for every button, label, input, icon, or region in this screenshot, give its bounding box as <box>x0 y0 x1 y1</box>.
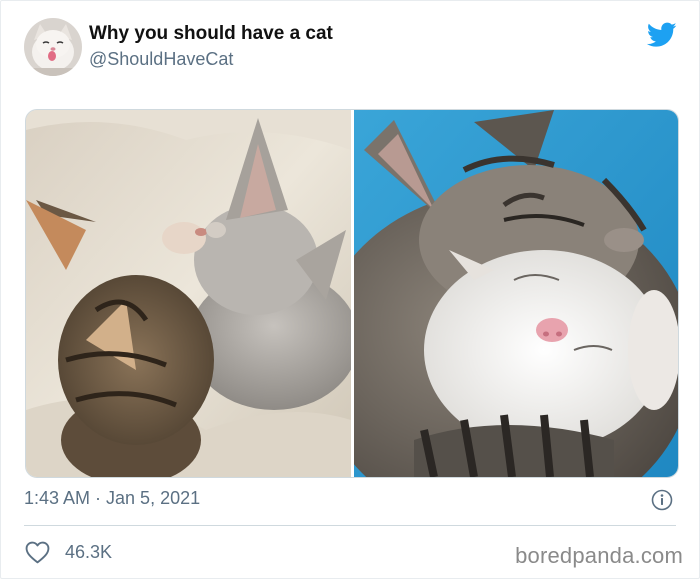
tweet-media[interactable] <box>25 109 679 478</box>
heart-icon[interactable] <box>25 541 50 564</box>
avatar[interactable] <box>24 18 82 76</box>
photo-kittens-sleeping[interactable] <box>314 110 678 477</box>
like-count: 46.3K <box>65 541 113 562</box>
watermark: boredpanda.com <box>515 543 683 568</box>
display-name[interactable]: Why you should have a cat <box>89 23 333 45</box>
tweet-card: Why you should have a cat @ShouldHaveCat <box>0 0 700 579</box>
info-icon[interactable] <box>651 489 673 511</box>
handle[interactable]: @ShouldHaveCat <box>89 49 233 70</box>
divider <box>24 525 676 526</box>
twitter-bird-icon[interactable] <box>646 22 677 48</box>
like-button[interactable]: 46.3K <box>25 539 112 565</box>
tweet-timestamp[interactable]: 1:43 AM · Jan 5, 2021 <box>24 488 200 509</box>
photo-kittens-kissing[interactable] <box>26 110 359 477</box>
